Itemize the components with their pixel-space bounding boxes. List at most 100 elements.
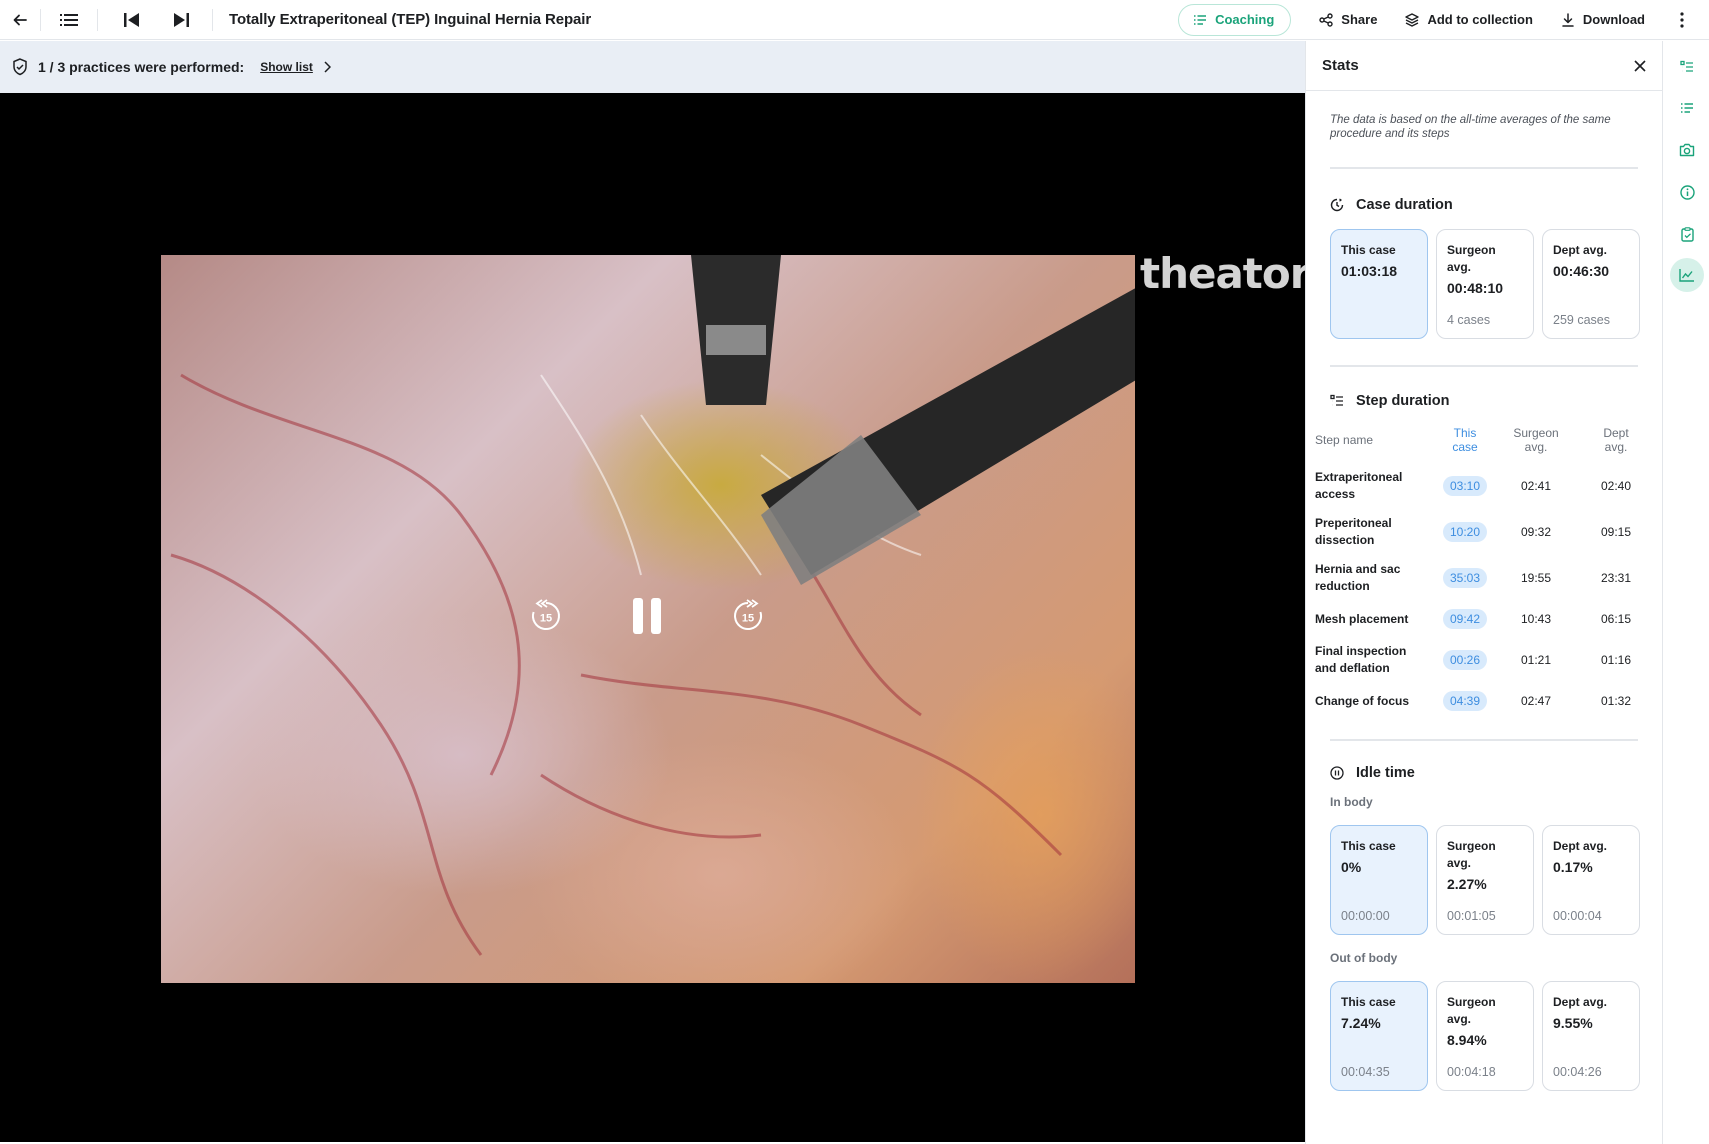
clipboard-check-icon (1680, 226, 1694, 242)
divider (1330, 365, 1638, 367)
rail-steps-button[interactable] (1673, 53, 1701, 81)
steps-list-icon (1330, 394, 1343, 406)
close-icon[interactable] (1634, 59, 1646, 72)
rewind-15-button[interactable]: 15 (528, 598, 564, 634)
surgeon-avg-value: 02:47 (1520, 694, 1552, 708)
column-header: This case (1452, 426, 1478, 454)
table-row: Extraperitoneal access 03:10 02:41 02:40 (1315, 463, 1655, 509)
card-value: 00:48:10 (1447, 280, 1504, 296)
stats-note: The data is based on the all-time averag… (1330, 114, 1611, 140)
show-list-link[interactable]: Show list (260, 60, 313, 74)
dept-avg-value: 01:32 (1600, 694, 1632, 708)
download-icon (1562, 12, 1574, 27)
this-case-value: 10:20 (1435, 509, 1495, 555)
table-row: Mesh placement 09:42 10:43 06:15 (1315, 601, 1655, 637)
surgeon-avg-card: Surgeon avg. 00:48:10 4 cases (1436, 229, 1534, 339)
info-icon (1679, 184, 1695, 200)
clock-refresh-icon (1330, 198, 1344, 212)
collection-label: Add to collection (1427, 12, 1533, 27)
card-label: Surgeon avg. (1447, 839, 1496, 870)
pause-circle-icon (1330, 766, 1344, 780)
share-label: Share (1341, 12, 1378, 27)
card-subtext: 00:04:18 (1447, 1065, 1496, 1079)
previous-button[interactable] (98, 0, 166, 40)
rail-info-button[interactable] (1673, 178, 1701, 206)
in-body-cards: This case 0% 00:00:00 Surgeon avg. 2.27%… (1306, 825, 1662, 935)
column-header: Step name (1315, 433, 1374, 447)
step-name: Mesh placement (1315, 611, 1409, 626)
surgeon-avg-card: Surgeon avg. 2.27% 00:01:05 (1436, 825, 1534, 935)
table-row: Hernia and sac reduction 35:03 19:55 23:… (1315, 555, 1655, 601)
surgeon-avg-value: 09:32 (1520, 525, 1552, 539)
case-duration-section: Case duration (1306, 197, 1662, 213)
video-player[interactable]: theator 15 15 (0, 93, 1305, 1142)
case-duration-title: Case duration (1356, 197, 1453, 213)
skip-previous-icon (124, 12, 139, 27)
download-button[interactable]: Download (1561, 12, 1645, 27)
rail-checklist-button[interactable] (1673, 220, 1701, 248)
case-duration-cards: This case 01:03:18 Surgeon avg. 00:48:10… (1306, 229, 1662, 339)
share-button[interactable]: Share (1319, 12, 1377, 27)
card-value: 2.27% (1447, 876, 1487, 892)
step-duration-section: Step duration (1306, 393, 1662, 409)
step-name: Hernia and sac reduction (1315, 562, 1401, 593)
card-label: Surgeon avg. (1447, 243, 1496, 274)
coaching-button[interactable]: Coaching (1178, 3, 1292, 36)
step-name: Change of focus (1315, 693, 1410, 708)
rail-stats-button[interactable] (1670, 258, 1704, 292)
card-subtext: 259 cases (1553, 313, 1610, 327)
dept-avg-value: 06:15 (1600, 612, 1632, 626)
playlist-button[interactable] (41, 0, 97, 40)
stats-title: Stats (1322, 57, 1359, 74)
step-duration-table: Step name This case Surgeon avg. Dept av… (1315, 417, 1655, 719)
in-body-label: In body (1330, 795, 1373, 809)
share-icon (1319, 12, 1333, 27)
coaching-label: Coaching (1215, 12, 1275, 27)
idle-time-title: Idle time (1356, 765, 1415, 781)
card-label: This case (1341, 995, 1396, 1009)
card-value: 01:03:18 (1341, 263, 1398, 279)
this-case-value: 00:26 (1435, 637, 1495, 683)
add-to-collection-button[interactable]: Add to collection (1405, 12, 1533, 27)
next-button[interactable] (166, 0, 196, 40)
pause-button[interactable] (627, 596, 667, 636)
step-name: Extraperitoneal access (1315, 470, 1403, 501)
dept-avg-card: Dept avg. 00:46:30 259 cases (1542, 229, 1640, 339)
more-options-button[interactable] (1655, 0, 1709, 40)
card-subtext: 00:04:26 (1553, 1065, 1602, 1079)
this-case-card: This case 7.24% 00:04:35 (1330, 981, 1428, 1091)
card-subtext: 4 cases (1447, 313, 1491, 327)
out-of-body-cards: This case 7.24% 00:04:35 Surgeon avg. 8.… (1306, 981, 1662, 1091)
table-row: Final inspection and deflation 00:26 01:… (1315, 637, 1655, 683)
this-case-value: 09:42 (1435, 601, 1495, 637)
practices-text: 1 / 3 practices were performed: (38, 59, 245, 75)
download-label: Download (1582, 12, 1645, 27)
shield-check-icon (13, 58, 27, 76)
rewind-icon: 15 (532, 599, 560, 630)
this-case-value: 04:39 (1435, 683, 1495, 719)
surgeon-avg-value: 02:41 (1520, 479, 1552, 493)
rail-snapshot-button[interactable] (1673, 136, 1701, 164)
divider (1330, 739, 1638, 741)
practices-banner: 1 / 3 practices were performed: Show lis… (0, 41, 1305, 93)
list-icon (60, 13, 78, 26)
rail-coaching-button[interactable] (1673, 94, 1701, 122)
back-button[interactable] (0, 0, 40, 40)
card-label: This case (1341, 839, 1396, 853)
stats-panel: Stats The data is based on the all-time … (1305, 41, 1662, 1144)
this-case-card: This case 01:03:18 (1330, 229, 1428, 339)
skip-next-icon (174, 12, 189, 27)
table-row: Preperitoneal dissection 10:20 09:32 09:… (1315, 509, 1655, 555)
card-value: 00:46:30 (1553, 263, 1610, 279)
card-subtext: 00:00:00 (1341, 909, 1390, 923)
chevron-right-icon[interactable] (323, 61, 331, 73)
forward-15-button[interactable]: 15 (730, 598, 766, 634)
arrow-left-icon (13, 14, 27, 25)
step-duration-title: Step duration (1356, 393, 1450, 409)
pause-icon (633, 598, 661, 634)
fast-forward-icon: 15 (734, 599, 762, 630)
surgeon-avg-value: 19:55 (1520, 571, 1552, 585)
page-title: Totally Extraperitoneal (TEP) Inguinal H… (229, 11, 592, 28)
table-header-row: Step name This case Surgeon avg. Dept av… (1315, 417, 1655, 463)
column-header: Surgeon avg. (1513, 426, 1559, 454)
